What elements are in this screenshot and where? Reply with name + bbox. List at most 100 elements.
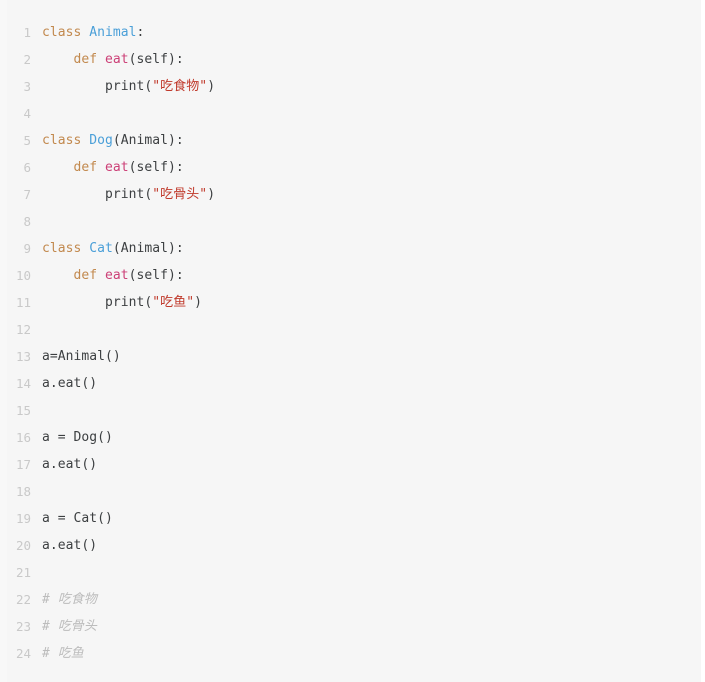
code-line-content[interactable]: class Cat(Animal): [42,235,184,262]
code-line[interactable]: 2 def eat(self): [0,46,701,73]
line-number: 1 [23,25,31,40]
token-plain: ) [194,295,203,310]
code-line[interactable]: 13 a=Animal() [0,343,701,370]
code-line[interactable]: 9 class Cat(Animal): [0,235,701,262]
code-line-content[interactable]: print("吃鱼") [42,289,202,316]
code-line[interactable]: 8 [0,208,701,235]
token-plain: print( [42,187,153,202]
token-plain: a.eat() [42,538,98,553]
token-kw: def [73,52,106,67]
token-plain: (self): [128,160,184,175]
token-kw: class [42,133,90,148]
line-number: 7 [23,187,31,202]
code-line-content[interactable]: class Dog(Animal): [42,127,184,154]
line-number: 14 [15,376,31,391]
code-line[interactable]: 15 [0,397,701,424]
code-line[interactable]: 21 [0,559,701,586]
code-line[interactable]: 11 print("吃鱼") [0,289,701,316]
code-line[interactable]: 12 [0,316,701,343]
code-line[interactable]: 14 a.eat() [0,370,701,397]
line-number: 13 [15,349,31,364]
token-plain: print( [42,79,153,94]
token-comment: # 吃鱼 [42,646,84,661]
line-number: 22 [15,592,31,607]
token-plain: a = Cat() [42,511,113,526]
code-line[interactable]: 10 def eat(self): [0,262,701,289]
code-line-content[interactable]: a=Animal() [42,343,121,370]
code-line[interactable]: 6 def eat(self): [0,154,701,181]
line-number: 4 [23,106,31,121]
token-plain: ) [207,79,216,94]
token-plain: (Animal): [112,133,184,148]
token-kw: def [73,268,106,283]
line-number: 11 [15,295,31,310]
code-line-content[interactable]: print("吃骨头") [42,181,215,208]
token-kw: def [73,160,106,175]
code-line-content[interactable]: # 吃骨头 [42,613,97,640]
code-line-content[interactable]: # 吃食物 [42,586,97,613]
code-line[interactable]: 3 print("吃食物") [0,73,701,100]
line-number: 8 [23,214,31,229]
line-number: 23 [15,619,31,634]
code-line[interactable]: 18 [0,478,701,505]
code-line-content[interactable]: a = Dog() [42,424,113,451]
code-line[interactable]: 16 a = Dog() [0,424,701,451]
token-plain: (self): [128,268,184,283]
code-line[interactable]: 23 # 吃骨头 [0,613,701,640]
code-line-content[interactable]: print("吃食物") [42,73,215,100]
code-line-content[interactable]: a.eat() [42,451,97,478]
line-number: 20 [15,538,31,553]
code-line-content[interactable]: a.eat() [42,532,97,559]
code-line[interactable]: 24 # 吃鱼 [0,640,701,667]
code-line[interactable]: 20 a.eat() [0,532,701,559]
code-line-content[interactable]: a = Cat() [42,505,113,532]
code-viewer[interactable]: 1 class Animal: 2 def eat(self): 3 print("吃… [0,0,701,682]
token-plain: a.eat() [42,376,98,391]
code-line-content[interactable]: a.eat() [42,370,97,397]
line-number: 21 [15,565,31,580]
token-kw: class [42,241,90,256]
token-class: Animal [89,25,137,40]
token-str: "吃鱼" [152,295,195,310]
line-number: 9 [23,241,31,256]
token-fn: eat [105,52,129,67]
code-line[interactable]: 17 a.eat() [0,451,701,478]
token-str: "吃食物" [152,79,208,94]
line-number: 12 [15,322,31,337]
code-line-content[interactable]: # 吃鱼 [42,640,84,667]
token-fn: eat [105,268,129,283]
line-number: 17 [15,457,31,472]
token-comment: # 吃食物 [42,592,97,607]
code-line-content[interactable]: class Animal: [42,19,144,46]
token-plain: (Animal): [112,241,184,256]
line-number: 18 [15,484,31,499]
code-line-list: 1 class Animal: 2 def eat(self): 3 print("吃… [0,19,701,667]
line-number: 16 [15,430,31,445]
code-line[interactable]: 1 class Animal: [0,19,701,46]
code-line[interactable]: 4 [0,100,701,127]
token-plain: print( [42,295,153,310]
code-line[interactable]: 7 print("吃骨头") [0,181,701,208]
token-kw: class [42,25,90,40]
token-plain: ) [207,187,216,202]
line-number: 19 [15,511,31,526]
code-line[interactable]: 19 a = Cat() [0,505,701,532]
token-plain: a = Dog() [42,430,113,445]
code-line-content[interactable]: def eat(self): [42,262,184,289]
token-plain: (self): [128,52,184,67]
token-str: "吃骨头" [152,187,208,202]
code-line[interactable]: 22 # 吃食物 [0,586,701,613]
code-line[interactable]: 5 class Dog(Animal): [0,127,701,154]
line-number: 15 [15,403,31,418]
token-plain: a=Animal() [42,349,121,364]
token-plain: a.eat() [42,457,98,472]
token-plain: : [136,25,145,40]
line-number: 3 [23,79,31,94]
token-fn: eat [105,160,129,175]
line-number: 24 [15,646,31,661]
code-line-content[interactable]: def eat(self): [42,46,184,73]
code-line-content[interactable]: def eat(self): [42,154,184,181]
line-number: 10 [15,268,31,283]
